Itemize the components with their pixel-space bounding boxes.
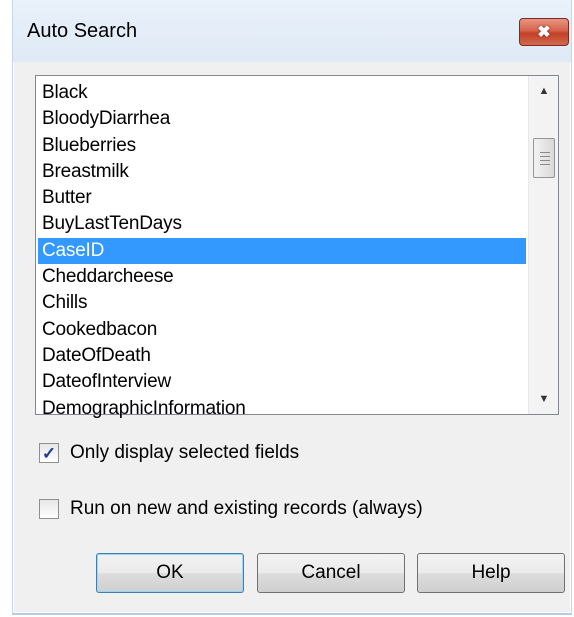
ok-button[interactable]: OK — [96, 553, 244, 593]
title-bar[interactable]: Auto Search ✖ — [13, 0, 571, 62]
auto-search-dialog: Auto Search ✖ Black BloodyDiarrhea Blueber… — [0, 0, 574, 617]
triangle-down-icon: ▼ — [538, 393, 550, 405]
list-item[interactable]: Blueberries — [38, 133, 526, 159]
vertical-scrollbar[interactable]: ▲ ▼ — [528, 76, 558, 414]
list-item[interactable]: DateOfDeath — [38, 343, 526, 369]
scroll-down-button[interactable]: ▼ — [529, 384, 559, 414]
list-item[interactable]: Black — [38, 80, 526, 106]
list-item[interactable]: BloodyDiarrhea — [38, 106, 526, 132]
list-item[interactable]: Chills — [38, 290, 526, 316]
scroll-thumb[interactable] — [533, 138, 555, 178]
list-item[interactable]: Cheddarcheese — [38, 264, 526, 290]
list-item[interactable]: BuyLastTenDays — [38, 211, 526, 237]
list-item[interactable]: Butter — [38, 185, 526, 211]
thumb-grip-line — [540, 156, 550, 157]
thumb-grip-line — [540, 164, 550, 165]
thumb-grip-line — [540, 160, 550, 161]
list-item[interactable]: Breastmilk — [38, 159, 526, 185]
checkmark-icon: ✓ — [41, 443, 57, 463]
help-button[interactable]: Help — [417, 553, 565, 593]
list-item[interactable]: DemographicInformation — [38, 396, 526, 422]
run-on-records-checkbox[interactable] — [39, 499, 59, 519]
list-item-selected[interactable]: CaseID — [38, 237, 526, 265]
field-list: Black BloodyDiarrhea Blueberries Breastmilk… — [38, 80, 526, 422]
triangle-up-icon: ▲ — [538, 85, 550, 97]
run-on-records-label: Run on new and existing records (always) — [70, 498, 423, 519]
close-button[interactable]: ✖ — [519, 18, 569, 46]
list-item[interactable]: DateofInterview — [38, 369, 526, 395]
only-display-selected-option[interactable]: ✓ Only display selected fields — [39, 442, 299, 464]
list-item[interactable]: Cookedbacon — [38, 317, 526, 343]
dialog-title: Auto Search — [27, 20, 138, 42]
cancel-button[interactable]: Cancel — [257, 553, 405, 593]
only-display-selected-checkbox[interactable]: ✓ — [39, 443, 59, 463]
scroll-up-button[interactable]: ▲ — [529, 76, 559, 106]
dialog-frame: Auto Search ✖ Black BloodyDiarrhea Blueber… — [12, 0, 572, 615]
close-icon: ✖ — [537, 24, 551, 41]
thumb-grip-line — [540, 152, 550, 153]
field-listbox[interactable]: Black BloodyDiarrhea Blueberries Breastmilk… — [35, 75, 559, 419]
run-on-records-option[interactable]: Run on new and existing records (always) — [39, 498, 423, 520]
only-display-selected-label: Only display selected fields — [70, 442, 300, 463]
